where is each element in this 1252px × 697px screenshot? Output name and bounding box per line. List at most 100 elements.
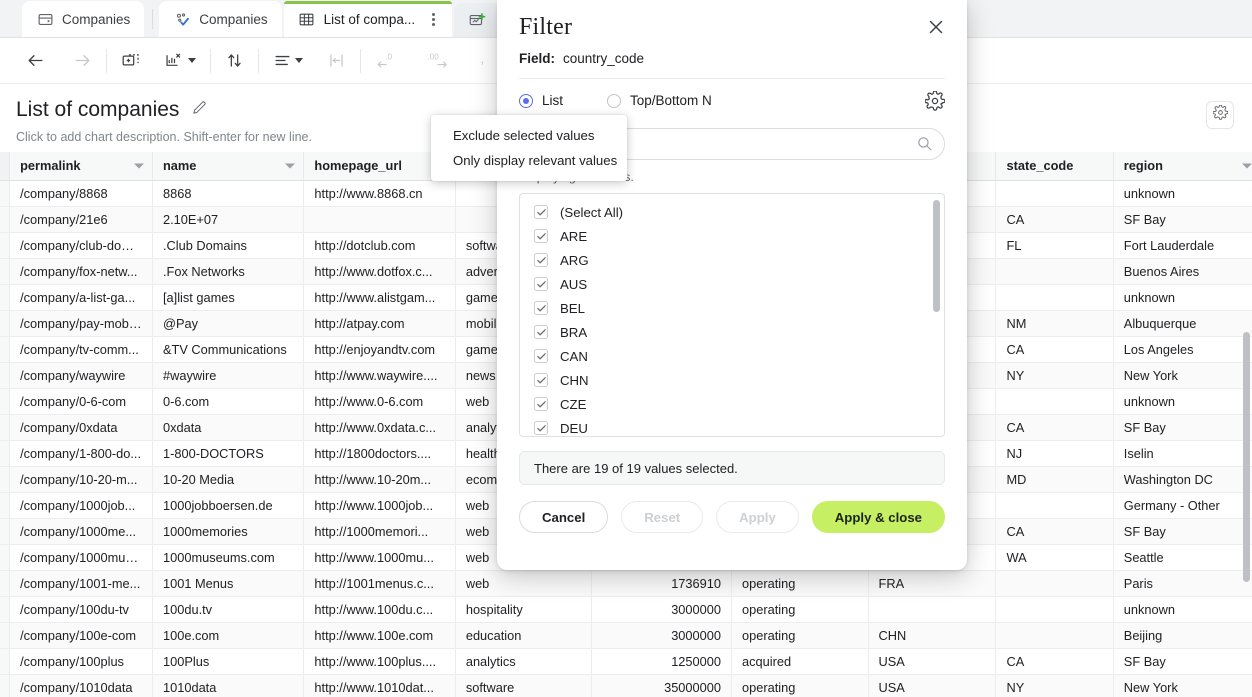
cell-state-code[interactable]: CA [996, 414, 1113, 440]
row-handle[interactable] [0, 414, 10, 440]
checkbox-icon[interactable] [534, 205, 548, 219]
cell-state-code[interactable]: WA [996, 544, 1113, 570]
cell-status[interactable]: acquired [732, 648, 869, 674]
cell-permalink[interactable]: /company/fox-netw... [10, 258, 153, 284]
reset-button[interactable]: Reset [621, 501, 703, 533]
cell-homepage-url[interactable]: http://1800doctors.... [304, 440, 455, 466]
cell-homepage-url[interactable]: http://www.1010dat... [304, 674, 455, 697]
cancel-button[interactable]: Cancel [519, 501, 608, 533]
back-arrow-icon[interactable] [26, 51, 45, 70]
tab-more-options-icon[interactable] [429, 9, 438, 30]
chevron-down-icon[interactable] [134, 163, 144, 168]
close-icon[interactable] [925, 16, 949, 40]
cell-homepage-url[interactable]: http://www.dotfox.c... [304, 258, 455, 284]
cell-homepage-url[interactable]: http://www.waywire.... [304, 362, 455, 388]
cell-name[interactable]: 8868 [152, 180, 303, 206]
cell-homepage-url[interactable]: http://www.0xdata.c... [304, 414, 455, 440]
column-header-region[interactable]: region [1113, 152, 1252, 180]
filter-value-item[interactable]: AUS [520, 272, 944, 296]
row-handle[interactable] [0, 648, 10, 674]
row-handle[interactable] [0, 232, 10, 258]
chevron-down-icon[interactable] [295, 58, 303, 63]
chevron-down-icon[interactable] [188, 58, 196, 63]
cell-name[interactable]: #waywire [152, 362, 303, 388]
radio-top-bottom-n[interactable]: Top/Bottom N [607, 93, 712, 108]
cell-state-code[interactable]: NY [996, 362, 1113, 388]
filter-value-item[interactable]: BRA [520, 320, 944, 344]
cell-homepage-url[interactable] [304, 206, 455, 232]
cell-name[interactable]: .Fox Networks [152, 258, 303, 284]
cell-region[interactable]: SF Bay [1113, 648, 1252, 674]
page-title[interactable]: List of companies [16, 98, 208, 122]
column-header-permalink[interactable]: permalink [10, 152, 153, 180]
cell-state-code[interactable]: CA [996, 336, 1113, 362]
row-handle[interactable] [0, 596, 10, 622]
cell-name[interactable]: 10-20 Media [152, 466, 303, 492]
cell-country-code[interactable]: CHN [868, 622, 996, 648]
cell-state-code[interactable] [996, 258, 1113, 284]
row-handle[interactable] [0, 622, 10, 648]
checkbox-icon[interactable] [534, 229, 548, 243]
filter-value-item[interactable]: ARG [520, 248, 944, 272]
cell-name[interactable]: &TV Communications [152, 336, 303, 362]
list-vertical-scrollbar[interactable] [933, 200, 940, 312]
cell-state-code[interactable]: CA [996, 648, 1113, 674]
row-handle[interactable] [0, 440, 10, 466]
cell-homepage-url[interactable]: http://www.100e.com [304, 622, 455, 648]
cell-region[interactable]: Fort Lauderdale [1113, 232, 1252, 258]
cell-category-code[interactable]: software [455, 674, 592, 697]
cell-category-code[interactable]: education [455, 622, 592, 648]
cell-state-code[interactable]: MD [996, 466, 1113, 492]
column-header-name[interactable]: name [152, 152, 303, 180]
filter-value-item[interactable]: DEU [520, 416, 944, 437]
cell-name[interactable]: 1000jobboersen.de [152, 492, 303, 518]
cell-name[interactable]: 0-6.com [152, 388, 303, 414]
filter-value-select-all[interactable]: (Select All) [520, 200, 944, 224]
row-handle[interactable] [0, 466, 10, 492]
checkbox-icon[interactable] [534, 301, 548, 315]
cell-state-code[interactable] [996, 492, 1113, 518]
chart-settings-button[interactable] [1206, 101, 1234, 129]
table-row[interactable]: /company/1001-me...1001 Menushttp://1001… [0, 570, 1252, 596]
cell-homepage-url[interactable]: http://www.alistgam... [304, 284, 455, 310]
filter-value-item[interactable]: BEL [520, 296, 944, 320]
cell-region[interactable]: unknown [1113, 284, 1252, 310]
cell-name[interactable]: 100du.tv [152, 596, 303, 622]
row-handle[interactable] [0, 284, 10, 310]
cell-homepage-url[interactable]: http://www.100plus.... [304, 648, 455, 674]
cell-region[interactable]: unknown [1113, 596, 1252, 622]
cell-country-code[interactable] [868, 596, 996, 622]
wrap-text-icon[interactable] [327, 51, 346, 70]
cell-region[interactable]: SF Bay [1113, 414, 1252, 440]
table-row[interactable]: /company/1010data1010datahttp://www.1010… [0, 674, 1252, 697]
cell-homepage-url[interactable]: http://www.100du.c... [304, 596, 455, 622]
cell-region[interactable]: Beijing [1113, 622, 1252, 648]
cell-permalink[interactable]: /company/0xdata [10, 414, 153, 440]
cell-state-code[interactable]: NM [996, 310, 1113, 336]
cell-name[interactable]: 100e.com [152, 622, 303, 648]
row-handle[interactable] [0, 674, 10, 697]
increase-decimal-icon[interactable]: .00 [425, 51, 451, 70]
cell-funding-total-usd[interactable]: 1250000 [592, 648, 732, 674]
cell-region[interactable]: unknown [1113, 388, 1252, 414]
checkbox-icon[interactable] [534, 349, 548, 363]
filter-value-item[interactable]: ARE [520, 224, 944, 248]
cell-name[interactable]: 100Plus [152, 648, 303, 674]
cell-state-code[interactable]: NJ [996, 440, 1113, 466]
row-handle[interactable] [0, 362, 10, 388]
cell-permalink[interactable]: /company/tv-comm... [10, 336, 153, 362]
cell-name[interactable]: .Club Domains [152, 232, 303, 258]
cell-name[interactable]: @Pay [152, 310, 303, 336]
row-handle[interactable] [0, 310, 10, 336]
cell-country-code[interactable]: USA [868, 648, 996, 674]
menu-item-only-display-relevant-values[interactable]: Only display relevant values [431, 148, 627, 173]
cell-permalink[interactable]: /company/waywire [10, 362, 153, 388]
add-panel-icon[interactable] [121, 50, 142, 71]
cell-homepage-url[interactable]: http://www.1000mu... [304, 544, 455, 570]
cell-status[interactable]: operating [732, 596, 869, 622]
row-handle[interactable] [0, 570, 10, 596]
cell-homepage-url[interactable]: http://enjoyandtv.com [304, 336, 455, 362]
cell-name[interactable]: 1-800-DOCTORS [152, 440, 303, 466]
cell-homepage-url[interactable]: http://atpay.com [304, 310, 455, 336]
cell-permalink[interactable]: /company/1000job... [10, 492, 153, 518]
